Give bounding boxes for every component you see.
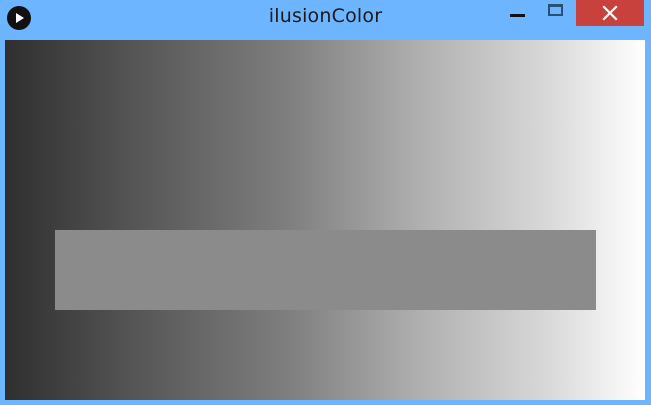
close-icon <box>602 5 618 21</box>
title-bar[interactable]: ilusionColor <box>0 0 651 38</box>
minimize-icon <box>510 14 525 17</box>
maximize-button[interactable] <box>540 0 574 28</box>
gradient-canvas <box>5 40 645 400</box>
app-window: ilusionColor <box>0 0 651 405</box>
maximize-icon <box>548 4 563 16</box>
minimize-button[interactable] <box>500 0 534 28</box>
close-button[interactable] <box>576 0 644 26</box>
uniform-gray-bar <box>55 230 596 310</box>
